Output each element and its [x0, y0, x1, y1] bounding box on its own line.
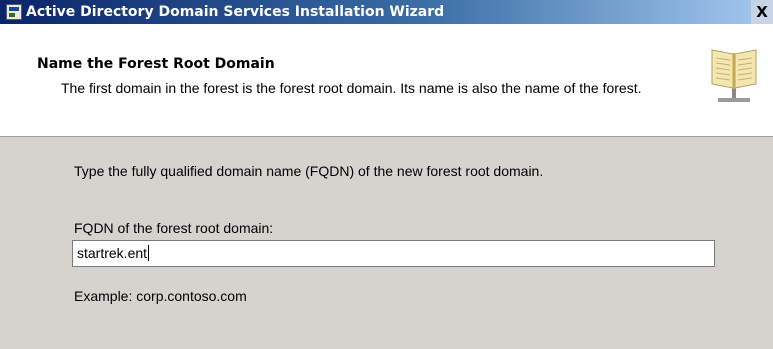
wizard-window: Active Directory Domain Services Install…: [0, 0, 773, 349]
page-title: Name the Forest Root Domain: [37, 56, 275, 72]
app-icon: [6, 4, 22, 20]
page-description: The first domain in the forest is the fo…: [61, 80, 642, 96]
title-bar[interactable]: Active Directory Domain Services Install…: [0, 0, 773, 24]
fqdn-label: FQDN of the forest root domain:: [74, 220, 274, 236]
example-text: Example: corp.contoso.com: [74, 288, 247, 304]
close-button[interactable]: X: [751, 0, 773, 24]
book-icon: [711, 49, 757, 102]
fqdn-input[interactable]: startrek.ent: [72, 240, 715, 267]
fqdn-input-value: startrek.ent: [77, 245, 148, 261]
wizard-body: Type the fully qualified domain name (FQ…: [0, 137, 773, 349]
text-caret: [148, 245, 150, 261]
wizard-header: Name the Forest Root Domain The first do…: [0, 24, 773, 137]
instruction-text: Type the fully qualified domain name (FQ…: [74, 163, 544, 179]
window-title: Active Directory Domain Services Install…: [26, 4, 445, 20]
